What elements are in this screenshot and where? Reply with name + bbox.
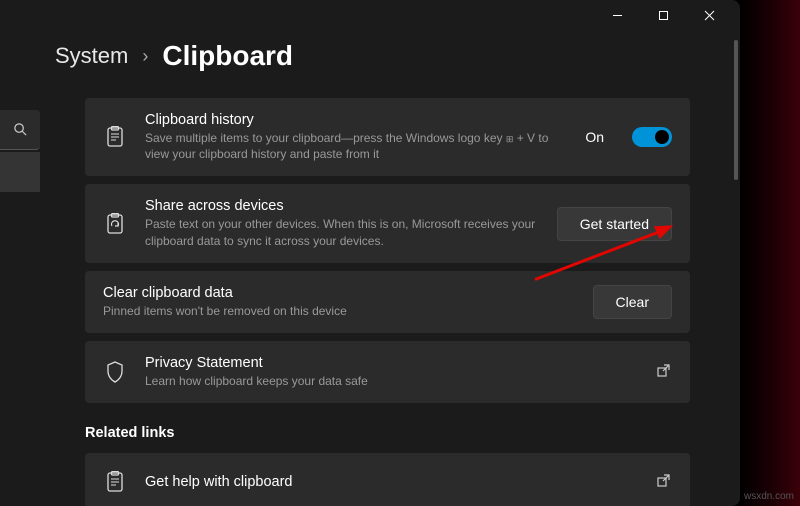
- chevron-right-icon: ›: [142, 46, 148, 67]
- card-title: Clear clipboard data: [103, 285, 575, 301]
- card-description: Paste text on your other devices. When t…: [145, 216, 539, 248]
- card-description: Save multiple items to your clipboard—pr…: [145, 130, 567, 162]
- toggle-knob: [655, 130, 669, 144]
- page-title: Clipboard: [162, 40, 293, 72]
- minimize-button[interactable]: [594, 0, 640, 30]
- search-sidebar-button[interactable]: [0, 110, 40, 150]
- clipboard-history-toggle[interactable]: [632, 127, 672, 147]
- watermark: wsxdn.com: [744, 491, 794, 502]
- card-privacy-statement[interactable]: Privacy Statement Learn how clipboard ke…: [85, 341, 690, 403]
- card-share-devices[interactable]: Share across devices Paste text on your …: [85, 184, 690, 262]
- sidebar-active-item[interactable]: [0, 152, 40, 192]
- search-icon: [13, 122, 28, 137]
- card-get-help[interactable]: Get help with clipboard: [85, 453, 690, 506]
- card-description: Pinned items won't be removed on this de…: [103, 303, 575, 319]
- card-clipboard-history[interactable]: Clipboard history Save multiple items to…: [85, 98, 690, 176]
- card-description: Learn how clipboard keeps your data safe: [145, 373, 638, 389]
- toggle-state-label: On: [585, 129, 604, 145]
- breadcrumb-parent[interactable]: System: [55, 43, 128, 69]
- card-title: Share across devices: [145, 198, 539, 214]
- card-title: Clipboard history: [145, 112, 567, 128]
- breadcrumb: System › Clipboard: [55, 40, 720, 72]
- clear-button[interactable]: Clear: [593, 285, 672, 319]
- clipboard-icon: [103, 125, 127, 149]
- clipboard-sync-icon: [103, 212, 127, 236]
- scrollbar[interactable]: [734, 40, 738, 180]
- shield-icon: [103, 360, 127, 384]
- external-link-icon: [656, 474, 672, 490]
- get-started-button[interactable]: Get started: [557, 207, 672, 241]
- external-link-icon: [656, 364, 672, 380]
- related-links-heading: Related links: [85, 425, 690, 441]
- card-title: Privacy Statement: [145, 355, 638, 371]
- card-title: Get help with clipboard: [145, 474, 638, 490]
- titlebar: [0, 0, 740, 30]
- settings-window: System › Clipboard Clipboard history Sav…: [0, 0, 740, 506]
- card-clear-clipboard: Clear clipboard data Pinned items won't …: [85, 271, 690, 333]
- maximize-button[interactable]: [640, 0, 686, 30]
- close-button[interactable]: [686, 0, 732, 30]
- clipboard-icon: [103, 470, 127, 494]
